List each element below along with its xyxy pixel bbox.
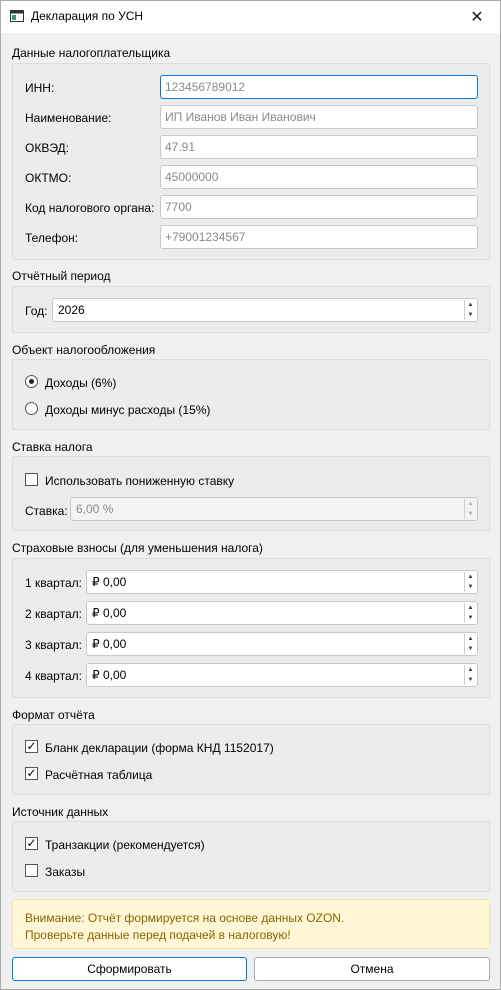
rate-label: Ставка: <box>25 504 68 518</box>
q2-down-arrow-icon[interactable]: ▼ <box>465 613 476 623</box>
income-radio-label[interactable]: Доходы (6%) <box>45 376 116 390</box>
calc-table-label[interactable]: Расчётная таблица <box>45 768 152 782</box>
period-group: Год: 2026 ▲ ▼ <box>12 286 490 333</box>
q3-value: ₽ 0,00 <box>92 637 127 651</box>
q4-spinbox[interactable]: ₽ 0,00 ▲ ▼ <box>86 663 478 687</box>
generate-button[interactable]: Сформировать <box>12 957 247 981</box>
oktmo-label: ОКТМО: <box>25 171 72 185</box>
declaration-form-checkbox[interactable]: ✓ <box>25 740 38 753</box>
q3-label: 3 квартал: <box>25 638 82 652</box>
cancel-button[interactable]: Отмена <box>254 957 490 981</box>
okved-label: ОКВЭД: <box>25 141 70 155</box>
year-down-arrow-icon[interactable]: ▼ <box>465 310 476 320</box>
q1-value: ₽ 0,00 <box>92 575 127 589</box>
declaration-form-label[interactable]: Бланк декларации (форма КНД 1152017) <box>45 741 274 755</box>
transactions-checkbox[interactable]: ✓ <box>25 837 38 850</box>
tax-object-section-title: Объект налогообложения <box>12 343 156 357</box>
period-section-title: Отчётный период <box>12 269 111 283</box>
orders-checkbox[interactable] <box>25 864 38 877</box>
rate-down-arrow-icon[interactable]: ▼ <box>465 509 476 519</box>
reduced-rate-checkbox[interactable] <box>25 473 38 486</box>
q3-up-arrow-icon[interactable]: ▲ <box>465 634 476 644</box>
close-icon: ✕ <box>470 9 484 26</box>
rate-spin-buttons: ▲ ▼ <box>464 499 476 519</box>
warning-banner: Внимание: Отчёт формируется на основе да… <box>12 899 490 949</box>
income-minus-expenses-radio[interactable] <box>25 402 38 415</box>
data-source-group: ✓ Транзакции (рекомендуется) Заказы <box>12 821 490 892</box>
transactions-label[interactable]: Транзакции (рекомендуется) <box>45 838 205 852</box>
q3-spinbox[interactable]: ₽ 0,00 ▲ ▼ <box>86 632 478 656</box>
q2-spinbox[interactable]: ₽ 0,00 ▲ ▼ <box>86 601 478 625</box>
tax-rate-section-title: Ставка налога <box>12 440 93 454</box>
rate-value: 6,00 % <box>76 502 114 516</box>
q1-label: 1 квартал: <box>25 576 82 590</box>
tax-rate-group: Использовать пониженную ставку Ставка: 6… <box>12 456 490 531</box>
q4-value: ₽ 0,00 <box>92 668 127 682</box>
inn-field[interactable]: 123456789012 <box>160 75 478 99</box>
year-spinbox[interactable]: 2026 ▲ ▼ <box>52 298 478 322</box>
taxpayer-section-title: Данные налогоплательщика <box>12 46 171 60</box>
tax-authority-code-field[interactable]: 7700 <box>160 195 478 219</box>
q2-value: ₽ 0,00 <box>92 606 127 620</box>
orders-label[interactable]: Заказы <box>45 865 85 879</box>
q2-up-arrow-icon[interactable]: ▲ <box>465 603 476 613</box>
q4-spin-buttons: ▲ ▼ <box>464 665 476 685</box>
q1-up-arrow-icon[interactable]: ▲ <box>465 572 476 582</box>
q4-down-arrow-icon[interactable]: ▼ <box>465 675 476 685</box>
tax-authority-code-label: Код налогового органа: <box>25 201 155 215</box>
report-format-section-title: Формат отчёта <box>12 708 95 722</box>
year-label: Год: <box>25 304 48 318</box>
warning-line-2: Проверьте данные перед подачей в налогов… <box>25 928 291 942</box>
q1-down-arrow-icon[interactable]: ▼ <box>465 582 476 592</box>
taxpayer-group: ИНН: 123456789012 Наименование: ИП Ивано… <box>12 63 490 260</box>
q1-spinbox[interactable]: ₽ 0,00 ▲ ▼ <box>86 570 478 594</box>
year-up-arrow-icon[interactable]: ▲ <box>465 300 476 310</box>
window-title: Декларация по УСН <box>31 9 144 23</box>
name-label: Наименование: <box>25 111 112 125</box>
insurance-group: 1 квартал: ₽ 0,00 ▲ ▼ 2 квартал: ₽ 0,00 … <box>12 558 490 698</box>
name-field[interactable]: ИП Иванов Иван Иванович <box>160 105 478 129</box>
year-spin-buttons: ▲ ▼ <box>464 300 476 320</box>
q3-spin-buttons: ▲ ▼ <box>464 634 476 654</box>
okved-field[interactable]: 47.91 <box>160 135 478 159</box>
income-radio[interactable] <box>25 375 38 388</box>
income-minus-expenses-radio-label[interactable]: Доходы минус расходы (15%) <box>45 403 210 417</box>
q1-spin-buttons: ▲ ▼ <box>464 572 476 592</box>
rate-up-arrow-icon[interactable]: ▲ <box>465 499 476 509</box>
close-button[interactable]: ✕ <box>454 1 500 33</box>
oktmo-field[interactable]: 45000000 <box>160 165 478 189</box>
rate-spinbox[interactable]: 6,00 % ▲ ▼ <box>70 497 478 521</box>
q3-down-arrow-icon[interactable]: ▼ <box>465 644 476 654</box>
data-source-section-title: Источник данных <box>12 805 109 819</box>
report-format-group: ✓ Бланк декларации (форма КНД 1152017) ✓… <box>12 724 490 795</box>
phone-field[interactable]: +79001234567 <box>160 225 478 249</box>
declaration-dialog: Декларация по УСН ✕ Данные налогоплатель… <box>0 0 501 990</box>
reduced-rate-label[interactable]: Использовать пониженную ставку <box>45 474 234 488</box>
app-window-icon <box>10 10 24 22</box>
phone-label: Телефон: <box>25 231 79 245</box>
warning-line-1: Внимание: Отчёт формируется на основе да… <box>25 911 345 925</box>
q2-spin-buttons: ▲ ▼ <box>464 603 476 623</box>
insurance-section-title: Страховые взносы (для уменьшения налога) <box>12 541 263 555</box>
title-bar: Декларация по УСН ✕ <box>1 1 500 33</box>
tax-object-group: Доходы (6%) Доходы минус расходы (15%) <box>12 359 490 430</box>
q4-up-arrow-icon[interactable]: ▲ <box>465 665 476 675</box>
q4-label: 4 квартал: <box>25 669 82 683</box>
calc-table-checkbox[interactable]: ✓ <box>25 767 38 780</box>
year-value: 2026 <box>58 303 85 317</box>
q2-label: 2 квартал: <box>25 607 82 621</box>
inn-label: ИНН: <box>25 81 55 95</box>
